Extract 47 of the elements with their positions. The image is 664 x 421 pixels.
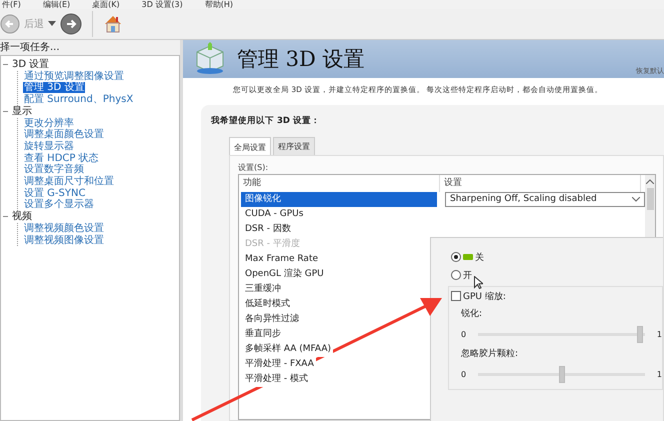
settings-label: 设置(S): [238, 162, 270, 174]
table-cell[interactable]: 图像锐化 [241, 192, 437, 207]
tree-item[interactable]: 旋转显示器 [23, 140, 75, 152]
scrollbar-thumb[interactable] [646, 188, 654, 210]
menu-item[interactable]: 3D 设置(3) [142, 0, 183, 9]
mouse-cursor-icon [474, 276, 483, 289]
tree-item[interactable]: 查看 HDCP 状态 [23, 152, 100, 164]
checkbox-label: GPU 缩放: [463, 290, 506, 302]
tree-item[interactable]: 管理 3D 设置 [23, 82, 86, 94]
home-icon[interactable] [103, 14, 123, 34]
tree-item[interactable]: 配置 Surround、PhysX [23, 94, 134, 106]
tree-item[interactable]: 3D 设置 [12, 59, 50, 71]
slider-max: 1 [656, 330, 662, 338]
radio-label: 关 [475, 252, 484, 264]
chevron-up-icon[interactable] [646, 179, 654, 184]
chevron-down-icon [632, 197, 640, 202]
radio-label: 开 [463, 270, 472, 282]
slider-label: 锐化: [460, 308, 484, 321]
tree-item[interactable]: 调整桌面尺寸和位置 [23, 176, 115, 188]
tree-item[interactable]: 设置多个显示器 [23, 199, 95, 210]
caret-icon[interactable] [48, 21, 56, 27]
tree-item[interactable]: 设置数字音频 [23, 164, 85, 176]
tree-item[interactable]: 调整桌面颜色设置 [23, 129, 105, 140]
radio-button[interactable] [451, 270, 461, 280]
menu-item[interactable]: 件(F) [2, 0, 21, 9]
tab[interactable]: 程序设置 [273, 137, 315, 155]
tree-item[interactable]: 调整视频颜色设置 [23, 222, 105, 234]
menu-item[interactable]: 帮助(H) [204, 0, 234, 9]
tree-item[interactable]: 视频 [12, 211, 32, 223]
panel-heading: 我希望使用以下 3D 设置： [211, 115, 321, 128]
tree-item[interactable]: 调整视频图像设置 [23, 234, 105, 246]
page-title: 管理 3D 设置 [237, 46, 365, 73]
slider-min: 0 [461, 370, 466, 378]
setting-dropdown[interactable]: Sharpening Off, Scaling disabled [445, 192, 645, 207]
slider-label: 忽略胶片颗粒: [460, 348, 520, 361]
tree-item[interactable]: 更改分辨率 [23, 118, 75, 129]
checkbox[interactable] [451, 291, 461, 301]
tree-item[interactable]: 通过预览调整图像设置 [23, 70, 125, 82]
tab[interactable]: 全局设置 [229, 137, 271, 155]
tree-item[interactable]: 显示 [12, 106, 32, 118]
menu-item[interactable]: 桌面(K) [92, 0, 120, 9]
slider-min: 0 [461, 330, 466, 338]
menu-item[interactable]: 编辑(E) [42, 0, 70, 9]
radio-button[interactable] [451, 252, 461, 262]
sidebar-heading: 择一项任务... [0, 41, 61, 55]
slider-max: 1 [656, 370, 662, 378]
tree-item[interactable]: 设置 G-SYNC [23, 188, 86, 199]
